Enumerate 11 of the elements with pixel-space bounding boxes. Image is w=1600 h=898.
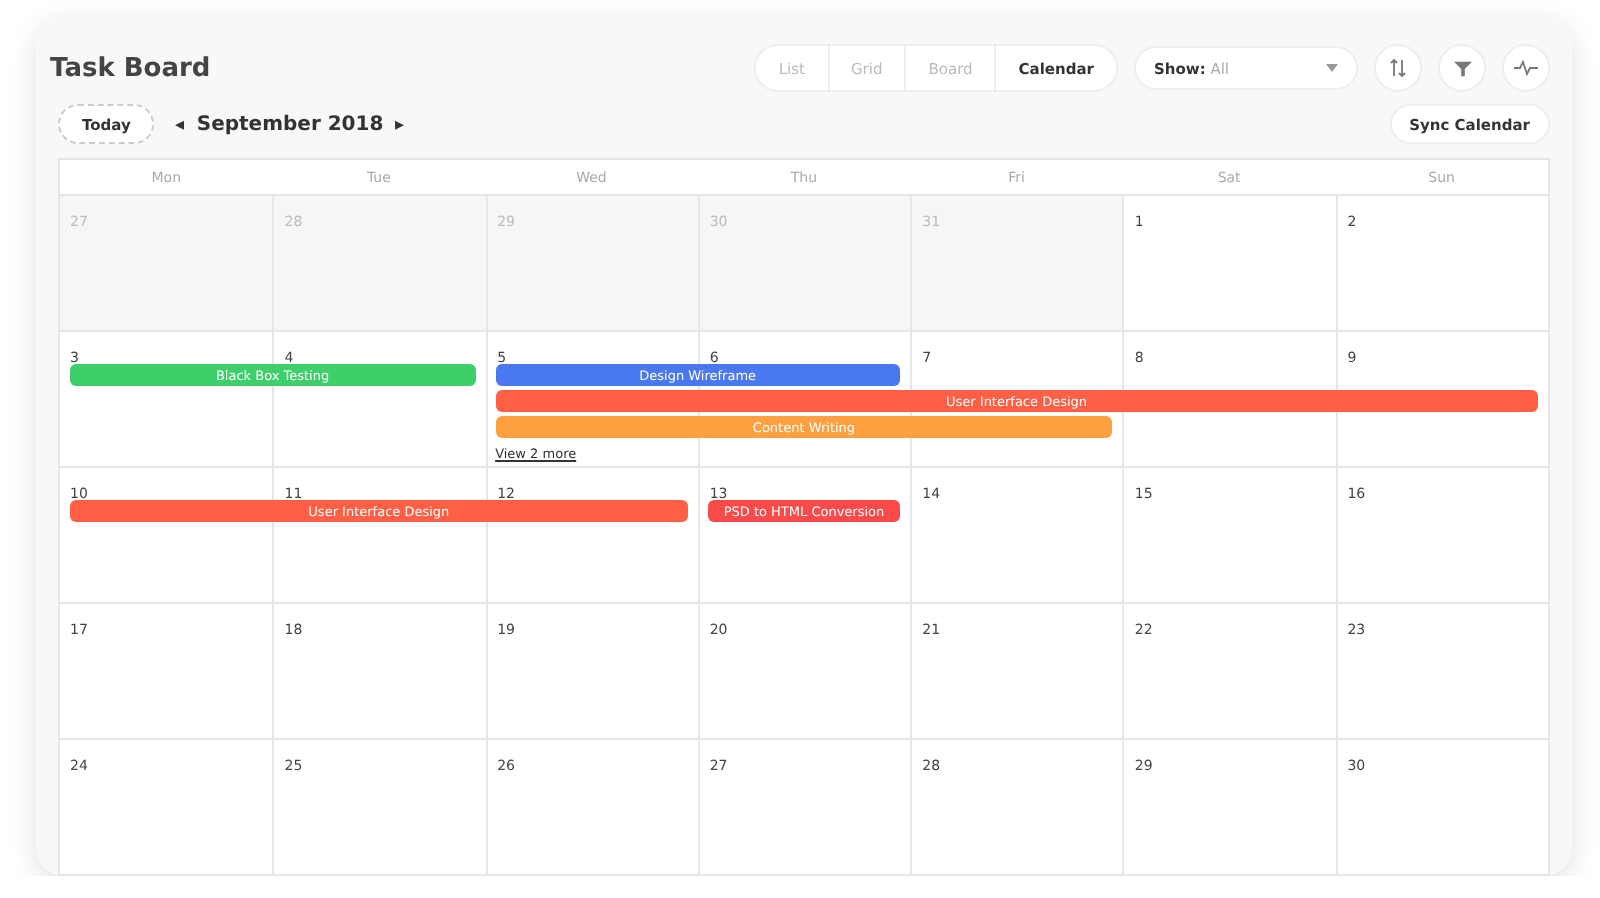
pulse-icon — [1514, 60, 1538, 76]
sort-icon — [1388, 58, 1408, 78]
caret-icon — [1326, 64, 1338, 72]
month-label: September 2018 — [196, 113, 384, 135]
page-title: Task Board — [50, 53, 211, 83]
filter-button[interactable] — [1438, 44, 1486, 92]
sort-button[interactable] — [1374, 44, 1422, 92]
previous-month-button[interactable]: ◂ — [174, 114, 185, 134]
next-month-button[interactable]: ▸ — [395, 114, 406, 134]
activity-button[interactable] — [1502, 44, 1550, 92]
filter-icon — [1453, 59, 1471, 77]
